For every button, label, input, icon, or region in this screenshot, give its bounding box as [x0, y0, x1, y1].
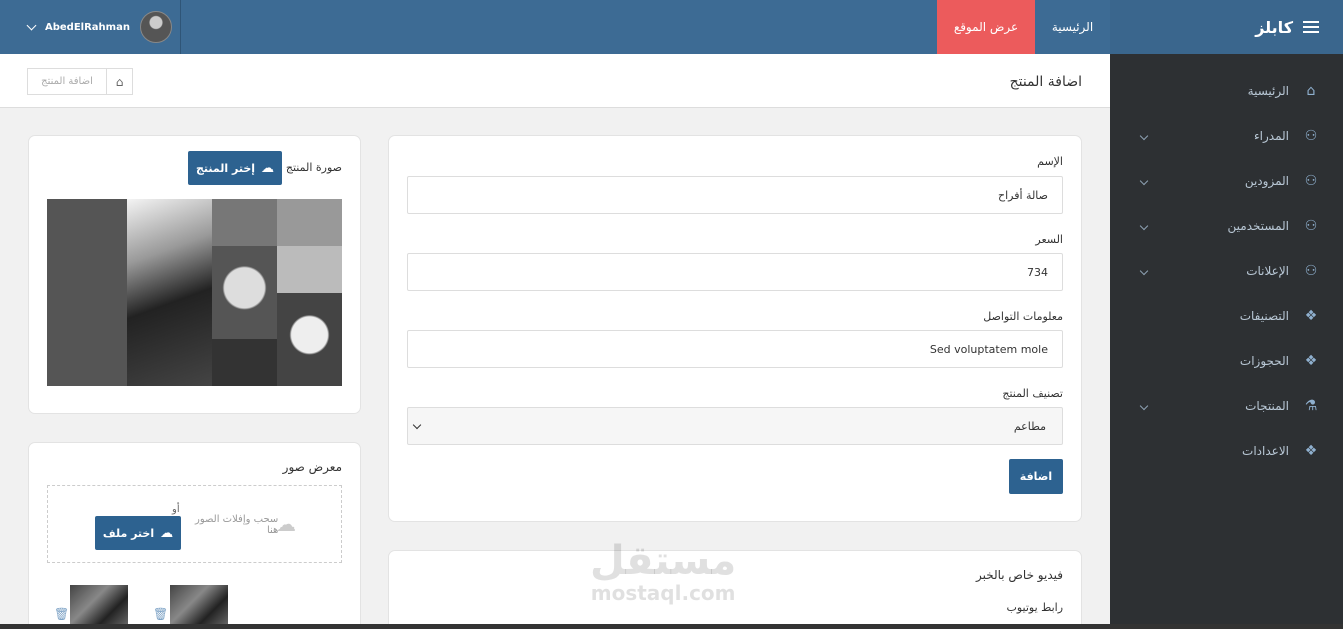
- sidebar-item[interactable]: ⚇ المزودين: [1110, 158, 1343, 203]
- user-icon: ⚇: [1304, 172, 1318, 189]
- sidebar-item-label: المنتجات: [1245, 398, 1289, 413]
- user-icon: ⚇: [1304, 127, 1318, 144]
- chevron-down-icon: [1139, 176, 1149, 185]
- dropzone[interactable]: ☁ سحب وإفلات الصور هنا أو اختر ملف ☁: [47, 485, 342, 563]
- watermark: مستقل mostaql.com: [590, 540, 736, 604]
- breadcrumb-current: اضافة المنتج: [41, 76, 93, 87]
- sidebar-item[interactable]: ⌂ الرئيسية: [1110, 68, 1343, 113]
- cloud-upload-icon: ☁: [261, 160, 275, 176]
- chevron-down-icon: [26, 20, 37, 30]
- home-link[interactable]: الرئيسية: [1035, 0, 1110, 54]
- price-input[interactable]: 734: [407, 253, 1063, 291]
- gallery-title: معرض صور: [282, 460, 342, 474]
- flask-icon: ⚗: [1304, 397, 1318, 414]
- brand: كابلز: [1255, 0, 1319, 54]
- brand-bar: كابلز: [1110, 0, 1343, 54]
- cubes-icon: ❖: [1304, 442, 1318, 459]
- choose-product-image-label: إختر المنتج: [195, 161, 256, 175]
- sidebar-item[interactable]: ⚗ المنتجات: [1110, 383, 1343, 428]
- add-button[interactable]: اضافة: [1009, 459, 1063, 494]
- watermark-line-2: mostaql.com: [590, 581, 736, 605]
- choose-product-image-button[interactable]: إختر المنتج ☁: [188, 151, 282, 185]
- view-site-link[interactable]: عرض الموقع: [937, 0, 1035, 54]
- chevron-down-icon: [412, 420, 422, 429]
- user-icon: ⚇: [1304, 217, 1318, 234]
- page-header: اضافة المنتج ⌂ اضافة المنتج: [0, 54, 1110, 108]
- sidebar-item[interactable]: ❖ التصنيفات: [1110, 293, 1343, 338]
- sidebar-item[interactable]: ⚇ الإعلانات: [1110, 248, 1343, 293]
- dropzone-line-2: هنا: [266, 525, 279, 536]
- sidebar-item-label: المستخدمين: [1227, 218, 1289, 233]
- chevron-down-icon: [1139, 221, 1149, 230]
- sidebar-item-label: الإعلانات: [1246, 263, 1289, 278]
- name-input[interactable]: صالة أفراح: [407, 176, 1063, 214]
- youtube-label: رابط يوتيوب: [1006, 601, 1063, 614]
- product-image: [47, 199, 342, 386]
- home-icon: ⌂: [1306, 82, 1316, 99]
- avatar: [139, 11, 172, 43]
- user-menu[interactable]: AbedElRahman: [0, 0, 181, 54]
- video-card-title: فيديو خاص بالخبر: [975, 568, 1063, 582]
- contact-label: معلومات التواصل: [983, 310, 1063, 323]
- sidebar: ⌂ الرئيسية ⚇ المدراء ⚇ المزودين ⚇ المستخدمين ⚇ ال…: [1110, 54, 1343, 629]
- home-icon[interactable]: ⌂: [106, 69, 132, 94]
- product-image-label: صورة المنتج: [285, 161, 342, 174]
- sidebar-item[interactable]: ⚇ المستخدمين: [1110, 203, 1343, 248]
- breadcrumb: ⌂ اضافة المنتج: [27, 68, 133, 95]
- dropzone-line-1: سحب وإفلات الصور: [195, 514, 279, 525]
- horizontal-scrollbar[interactable]: [0, 624, 1343, 629]
- sidebar-item-label: الاعدادات: [1242, 443, 1289, 458]
- trash-icon[interactable]: 🗑: [54, 607, 69, 621]
- chevron-down-icon: [1139, 401, 1149, 410]
- brand-title: كابلز: [1255, 17, 1293, 37]
- or-label: أو: [172, 504, 180, 515]
- sidebar-item-label: الرئيسية: [1247, 83, 1289, 98]
- product-form-card: الإسم صالة أفراح السعر 734 معلومات التوا…: [388, 135, 1082, 522]
- sidebar-item-label: المزودين: [1244, 173, 1289, 188]
- watermark-line-1: مستقل: [590, 538, 737, 584]
- name-label: الإسم: [1037, 155, 1063, 168]
- category-value: مطاعم: [1013, 419, 1046, 433]
- contact-input[interactable]: Sed voluptatem mole: [407, 330, 1063, 368]
- cubes-icon: ❖: [1304, 352, 1318, 369]
- sidebar-item-label: الحجوزات: [1239, 353, 1289, 368]
- chevron-down-icon: [1139, 131, 1149, 140]
- sidebar-item-label: المدراء: [1254, 128, 1289, 143]
- trash-icon[interactable]: 🗑: [153, 607, 168, 621]
- gallery-thumbnail: [170, 585, 228, 625]
- sidebar-item[interactable]: ❖ الحجوزات: [1110, 338, 1343, 383]
- page-title: اضافة المنتج: [1009, 74, 1082, 90]
- price-label: السعر: [1035, 233, 1063, 246]
- sidebar-item[interactable]: ❖ الاعدادات: [1110, 428, 1343, 473]
- sidebar-item-label: التصنيفات: [1239, 308, 1289, 323]
- product-image-card: صورة المنتج إختر المنتج ☁: [28, 135, 361, 414]
- choose-file-label: اختر ملف: [102, 526, 155, 540]
- choose-file-button[interactable]: اختر ملف ☁: [95, 516, 181, 550]
- cloud-upload-icon: ☁: [276, 512, 296, 536]
- top-navbar: AbedElRahman عرض الموقع الرئيسية: [0, 0, 1110, 54]
- sidebar-item[interactable]: ⚇ المدراء: [1110, 113, 1343, 158]
- gallery-thumbnail: [70, 585, 128, 625]
- dropzone-text: سحب وإفلات الصور هنا: [195, 514, 278, 536]
- hamburger-icon[interactable]: [1303, 21, 1319, 33]
- user-name: AbedElRahman: [45, 21, 130, 33]
- chevron-down-icon: [1139, 266, 1149, 275]
- category-select[interactable]: مطاعم: [407, 407, 1063, 445]
- user-icon: ⚇: [1304, 262, 1318, 279]
- category-label: تصنيف المنتج: [1002, 387, 1063, 400]
- cubes-icon: ❖: [1304, 307, 1318, 324]
- cloud-upload-icon: ☁: [160, 525, 174, 541]
- gallery-card: معرض صور ☁ سحب وإفلات الصور هنا أو اختر …: [28, 442, 361, 629]
